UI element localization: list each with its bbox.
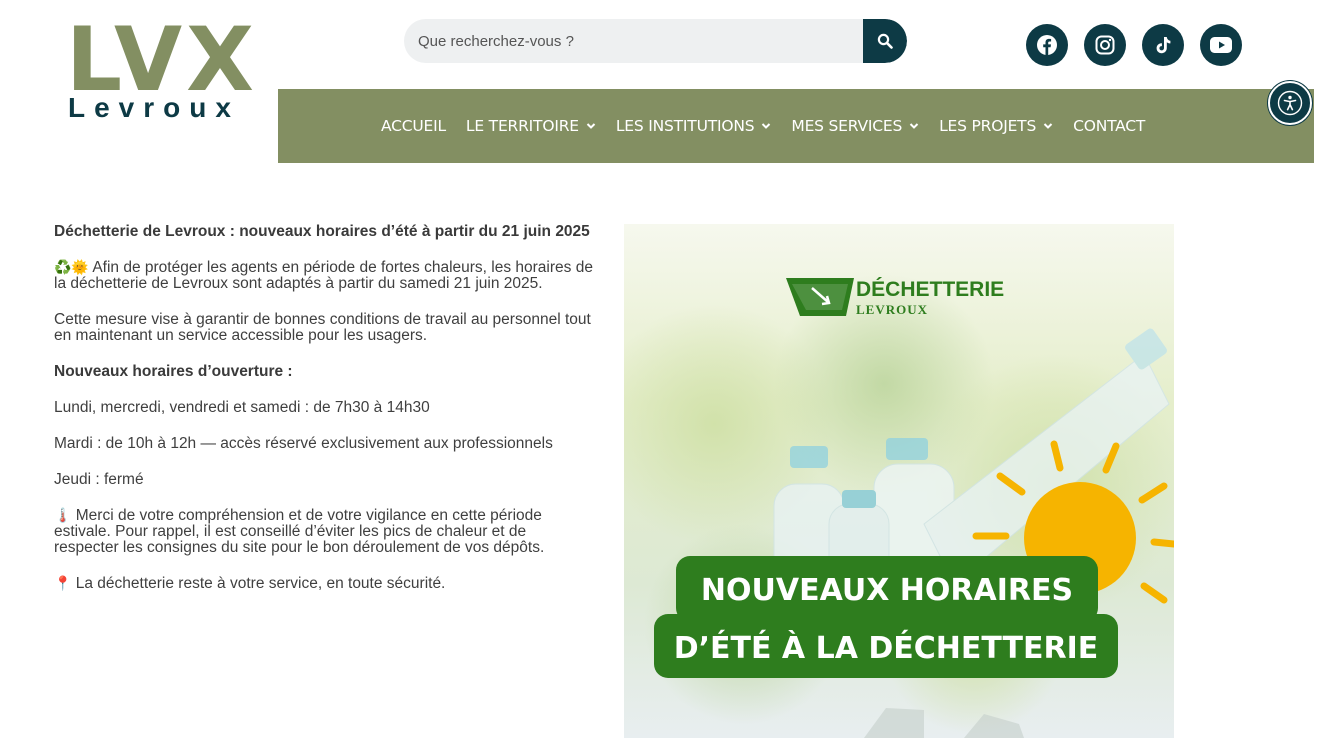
dechetterie-illustration: DÉCHETTERIE LEVROUX NOUVEAUX HORAIRES D’… bbox=[624, 224, 1174, 738]
paragraph-text: Afin de protéger les agents en période d… bbox=[54, 259, 593, 292]
nav-item-label: ACCUEIL bbox=[381, 117, 446, 135]
search-button[interactable] bbox=[863, 19, 907, 63]
chevron-down-icon bbox=[762, 123, 771, 129]
banner-line-1: NOUVEAUX HORAIRES bbox=[701, 573, 1073, 608]
brand-name: DÉCHETTERIE bbox=[856, 278, 1004, 301]
tiktok-button[interactable] bbox=[1142, 24, 1184, 66]
nav-item-territoire[interactable]: LE TERRITOIRE bbox=[466, 117, 596, 135]
hours-line: Jeudi : fermé bbox=[54, 471, 144, 488]
nav-item-label: CONTACT bbox=[1073, 117, 1146, 135]
article-paragraph: ♻️🌞 Afin de protéger les agents en pério… bbox=[54, 260, 594, 292]
chevron-down-icon bbox=[909, 123, 919, 129]
article-image: DÉCHETTERIE LEVROUX NOUVEAUX HORAIRES D’… bbox=[624, 224, 1174, 738]
youtube-button[interactable] bbox=[1200, 24, 1242, 66]
hours-line: Lundi, mercredi, vendredi et samedi : de… bbox=[54, 399, 430, 416]
facebook-button[interactable] bbox=[1026, 24, 1068, 66]
search-input[interactable] bbox=[404, 19, 844, 63]
search-bar bbox=[404, 19, 907, 63]
nav-item-accueil[interactable]: ACCUEIL bbox=[381, 117, 446, 135]
main-navigation: ACCUEIL LE TERRITOIRE LES INSTITUTIONS M… bbox=[278, 89, 1314, 163]
pin-emoji: 📍 bbox=[54, 576, 72, 592]
accessibility-icon bbox=[1277, 90, 1303, 116]
paragraph-text: La déchetterie reste à votre service, en… bbox=[75, 575, 446, 592]
nav-item-label: LE TERRITOIRE bbox=[465, 117, 579, 135]
thermometer-emoji: 🌡️ bbox=[54, 508, 72, 524]
headline-banner: NOUVEAUX HORAIRES D’ÉTÉ À LA DÉCHETTERIE bbox=[654, 556, 1118, 678]
site-logo[interactable]: LVX Levroux bbox=[66, 10, 254, 128]
chevron-down-icon bbox=[586, 123, 596, 129]
nav-item-projets[interactable]: LES PROJETS bbox=[939, 117, 1053, 135]
chevron-down-icon bbox=[1043, 123, 1053, 129]
hours-line: Mardi : de 10h à 12h — accès réservé exc… bbox=[54, 435, 553, 452]
instagram-icon bbox=[1095, 35, 1115, 55]
article-content: Déchetterie de Levroux : nouveaux horair… bbox=[54, 224, 594, 612]
logo-levroux: Levroux bbox=[68, 92, 240, 123]
facebook-icon bbox=[1037, 35, 1057, 55]
youtube-icon bbox=[1210, 37, 1232, 53]
brand-subtitle: LEVROUX bbox=[856, 302, 928, 317]
hours-title: Nouveaux horaires d’ouverture : bbox=[54, 363, 293, 380]
article-paragraph: 🌡️ Merci de votre compréhension et de vo… bbox=[54, 508, 594, 556]
nav-item-label: MES SERVICES bbox=[791, 117, 903, 135]
nav-item-services[interactable]: MES SERVICES bbox=[791, 117, 919, 135]
accessibility-button[interactable] bbox=[1268, 81, 1312, 125]
search-icon bbox=[877, 33, 893, 49]
banner-line-2: D’ÉTÉ À LA DÉCHETTERIE bbox=[674, 630, 1099, 666]
instagram-button[interactable] bbox=[1084, 24, 1126, 66]
nav-item-contact[interactable]: CONTACT bbox=[1073, 117, 1145, 135]
nav-item-label: LES PROJETS bbox=[939, 117, 1037, 135]
article-title: Déchetterie de Levroux : nouveaux horair… bbox=[54, 223, 590, 240]
recycle-sun-emoji: ♻️🌞 bbox=[54, 260, 89, 276]
nav-item-label: LES INSTITUTIONS bbox=[615, 117, 755, 135]
nav-item-institutions[interactable]: LES INSTITUTIONS bbox=[616, 117, 772, 135]
article-paragraph: 📍 La déchetterie reste à votre service, … bbox=[54, 575, 594, 593]
article-paragraph: Cette mesure vise à garantir de bonnes c… bbox=[54, 311, 591, 344]
tiktok-icon bbox=[1156, 37, 1171, 54]
paragraph-text: Merci de votre compréhension et de votre… bbox=[54, 507, 545, 556]
